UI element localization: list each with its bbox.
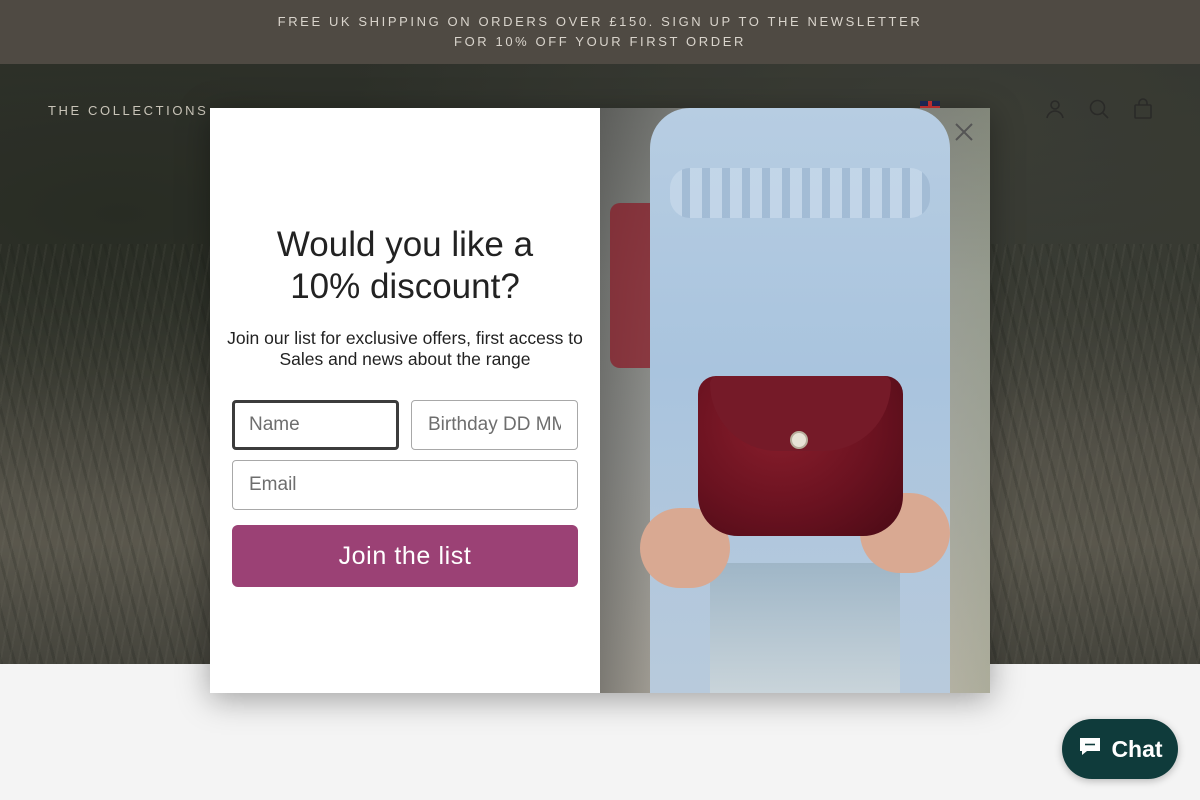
- email-input[interactable]: [232, 460, 578, 510]
- birthday-input[interactable]: [411, 400, 578, 450]
- cart-icon[interactable]: [1132, 98, 1154, 120]
- collections-menu-link[interactable]: THE COLLECTIONS: [48, 103, 208, 118]
- popup-product-photo: [600, 108, 990, 693]
- photo-shirt-ruffle: [670, 168, 930, 218]
- account-icon[interactable]: [1044, 98, 1066, 120]
- join-list-button[interactable]: Join the list: [232, 525, 578, 587]
- close-popup-button[interactable]: [950, 119, 978, 147]
- header-icons: [1044, 98, 1154, 120]
- chat-button[interactable]: Chat: [1062, 719, 1178, 779]
- chat-bubble-icon: [1077, 733, 1103, 765]
- popup-headline: Would you like a 10% discount?: [210, 224, 600, 308]
- newsletter-popup: Would you like a 10% discount? Join our …: [210, 108, 990, 693]
- popup-headline-line-2: 10% discount?: [290, 267, 520, 306]
- search-icon[interactable]: [1088, 98, 1110, 120]
- photo-leather-purse: [698, 376, 903, 536]
- chat-label: Chat: [1111, 735, 1163, 762]
- announcement-bar: FREE UK SHIPPING ON ORDERS OVER £150. SI…: [0, 0, 1200, 64]
- announcement-line-1: FREE UK SHIPPING ON ORDERS OVER £150. SI…: [277, 14, 923, 29]
- photo-jeans: [710, 563, 900, 693]
- announcement-line-2: FOR 10% OFF YOUR FIRST ORDER: [454, 34, 746, 49]
- name-input[interactable]: [232, 400, 399, 450]
- close-icon: [953, 121, 975, 146]
- popup-subtext: Join our list for exclusive offers, firs…: [227, 328, 583, 369]
- popup-form-panel: Would you like a 10% discount? Join our …: [210, 108, 600, 693]
- photo-purse-snap: [790, 431, 808, 449]
- popup-headline-line-1: Would you like a: [276, 225, 534, 264]
